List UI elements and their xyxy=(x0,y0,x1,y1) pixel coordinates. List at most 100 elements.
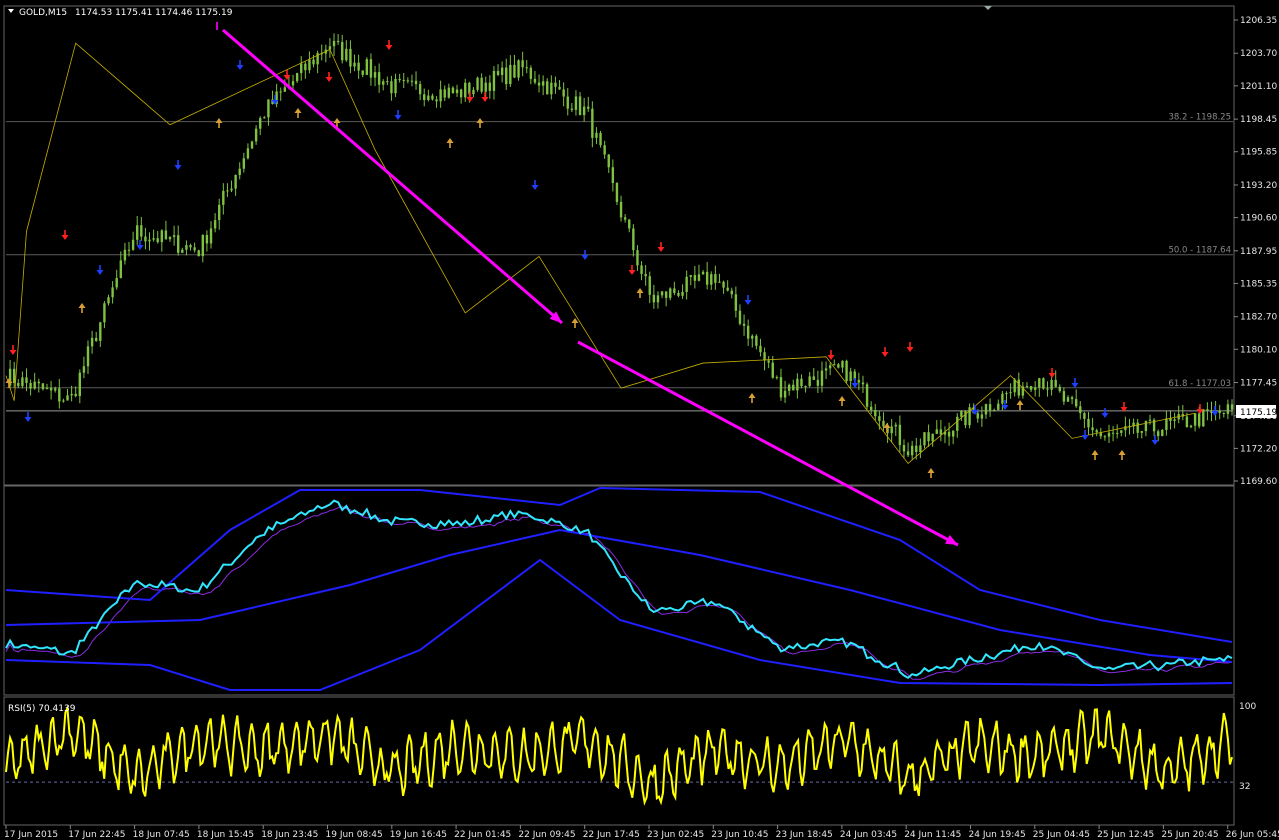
trading-chart[interactable]: 38.2 - 1198.25 50.0 - 1187.64 61.8 - 1177.… xyxy=(0,0,1279,840)
chart-background xyxy=(0,0,1279,840)
candle-body xyxy=(607,154,610,168)
candle-body xyxy=(1058,386,1061,392)
rsi-label: RSI(5) 70.4139 xyxy=(8,704,76,714)
time-tick-label: 18 Jun 07:45 xyxy=(133,830,190,840)
candle-body xyxy=(308,59,311,71)
candle-body xyxy=(17,383,20,387)
candle-body xyxy=(41,383,45,390)
candle-body xyxy=(312,59,315,65)
candle-body xyxy=(1107,432,1111,437)
candle-body xyxy=(476,77,479,90)
candle-body xyxy=(763,352,766,361)
price-tick-label: 1177.45 xyxy=(1240,379,1277,389)
candle-body xyxy=(833,364,836,366)
candle-body xyxy=(1005,393,1008,395)
time-tick-label: 22 Jun 01:45 xyxy=(454,830,511,840)
candle-body xyxy=(1087,418,1090,428)
candle-body xyxy=(148,239,151,242)
rsi-level-100: 100 xyxy=(1239,702,1256,712)
fib-level-label: 38.2 - 1198.25 xyxy=(1168,113,1231,123)
candle-body xyxy=(1013,379,1016,393)
candle-body xyxy=(21,377,24,387)
candle-body xyxy=(997,403,1000,410)
candle-body xyxy=(578,96,582,116)
candle-body xyxy=(1161,429,1164,437)
candle-body xyxy=(226,190,229,192)
candle-body xyxy=(857,379,861,383)
candle-body xyxy=(209,228,213,244)
candle-body xyxy=(45,387,49,390)
candle-body xyxy=(869,406,873,410)
candle-body xyxy=(193,247,196,251)
candle-body xyxy=(541,81,545,86)
candle-body xyxy=(1050,379,1053,390)
candle-body xyxy=(722,281,725,288)
candle-body xyxy=(919,445,922,453)
candle-body xyxy=(824,368,828,371)
candle-body xyxy=(837,364,840,368)
time-tick-label: 22 Jun 09:45 xyxy=(518,830,575,840)
candle-body xyxy=(427,95,430,100)
candle-body xyxy=(689,275,692,277)
candle-body xyxy=(1017,379,1020,396)
time-tick-label: 24 Jun 11:45 xyxy=(904,830,961,840)
candle-body xyxy=(816,379,820,386)
candle-body xyxy=(86,346,90,367)
candle-body xyxy=(906,451,910,456)
candle-body xyxy=(390,81,393,94)
candle-body xyxy=(685,276,688,292)
candle-body xyxy=(898,424,902,446)
candle-body xyxy=(664,291,668,298)
candle-body xyxy=(1148,419,1152,421)
candle-body xyxy=(373,72,377,78)
candle-body xyxy=(74,393,77,397)
candle-body xyxy=(804,386,807,388)
candle-body xyxy=(808,376,811,387)
fib-level-label: 50.0 - 1187.64 xyxy=(1168,246,1231,256)
candle-body xyxy=(1103,436,1107,438)
rsi-level-32: 32 xyxy=(1239,782,1250,792)
time-tick-label: 17 Jun 2015 xyxy=(4,830,58,840)
candle-body xyxy=(82,366,86,373)
candle-body xyxy=(62,400,65,402)
ohlc-values: 1174.53 1175.41 1174.46 1175.19 xyxy=(75,8,233,18)
candle-body xyxy=(1185,416,1189,428)
candle-body xyxy=(230,188,233,191)
candle-body xyxy=(394,78,397,94)
candle-body xyxy=(582,106,586,116)
candle-body xyxy=(865,384,869,407)
candle-body xyxy=(160,230,164,243)
candle-body xyxy=(656,295,660,303)
candle-body xyxy=(1095,430,1098,433)
candle-body xyxy=(742,323,746,326)
candle-body xyxy=(1140,431,1143,433)
price-tick-label: 1172.20 xyxy=(1240,444,1277,454)
candle-body xyxy=(874,409,877,417)
candle-body xyxy=(1197,413,1201,427)
candle-body xyxy=(960,411,963,417)
candle-body xyxy=(910,445,914,456)
candle-body xyxy=(492,70,496,91)
candle-body xyxy=(1091,427,1094,431)
price-tick-label: 1185.35 xyxy=(1240,279,1277,289)
candle-body xyxy=(771,362,774,378)
candle-body xyxy=(1156,431,1160,437)
candle-body xyxy=(992,409,996,411)
candle-body xyxy=(705,271,709,285)
candle-body xyxy=(152,238,155,240)
candle-body xyxy=(988,404,992,411)
time-tick-label: 18 Jun 15:45 xyxy=(197,830,254,840)
candle-body xyxy=(78,372,82,397)
time-tick-label: 23 Jun 02:45 xyxy=(647,830,704,840)
candle-body xyxy=(291,81,295,86)
candle-body xyxy=(623,217,627,220)
price-tick-label: 1182.70 xyxy=(1240,313,1277,323)
candle-body xyxy=(353,62,356,67)
time-tick-label: 17 Jun 22:45 xyxy=(68,830,125,840)
candle-body xyxy=(25,377,28,383)
candle-body xyxy=(197,250,200,257)
candle-body xyxy=(845,360,848,382)
candle-body xyxy=(131,239,135,250)
candle-body xyxy=(779,377,783,398)
candle-body xyxy=(746,325,750,339)
